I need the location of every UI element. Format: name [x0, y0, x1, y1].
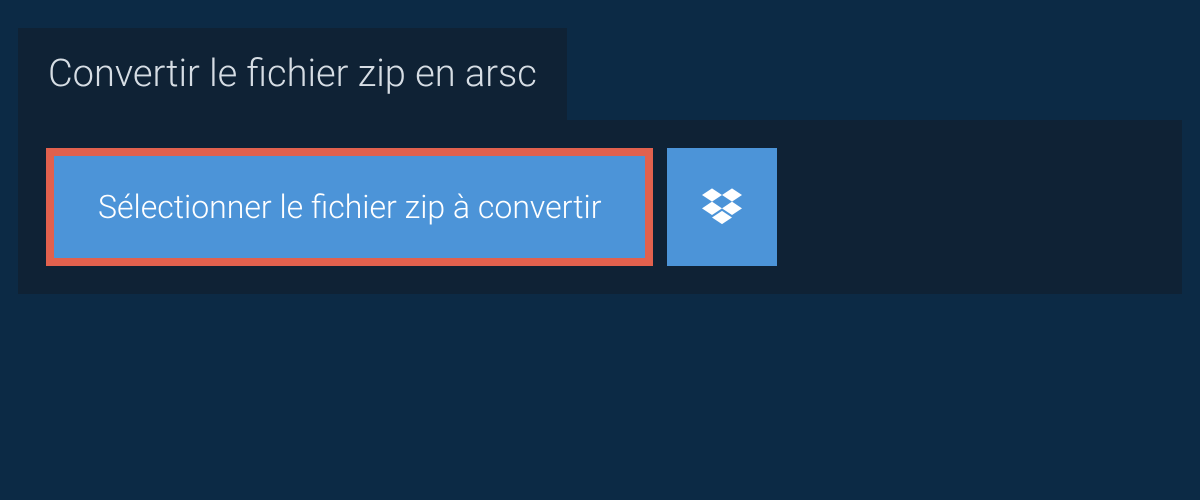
page-title: Convertir le fichier zip en arsc	[48, 52, 537, 96]
dropbox-button[interactable]	[667, 148, 777, 266]
select-file-button[interactable]: Sélectionner le fichier zip à convertir	[46, 148, 653, 266]
dropbox-icon	[702, 185, 742, 229]
header-tab: Convertir le fichier zip en arsc	[18, 28, 567, 120]
select-file-label: Sélectionner le fichier zip à convertir	[98, 188, 601, 226]
upload-panel: Sélectionner le fichier zip à convertir	[18, 120, 1182, 294]
